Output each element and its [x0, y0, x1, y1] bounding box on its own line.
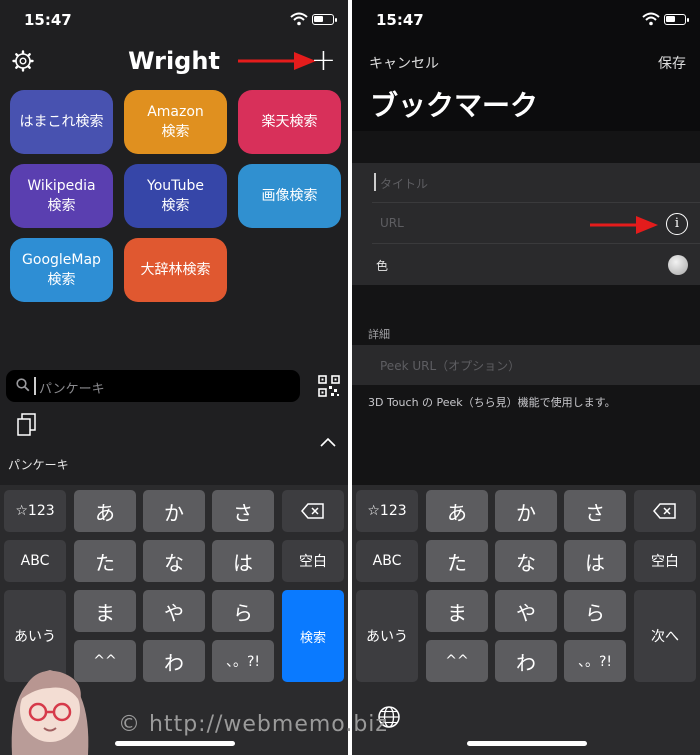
kana-key[interactable]: あ: [74, 490, 136, 532]
space-key[interactable]: 空白: [634, 540, 696, 582]
battery-icon: [664, 14, 689, 25]
document-icon[interactable]: [16, 413, 38, 437]
kana-key[interactable]: た: [426, 540, 488, 582]
japanese-keyboard: ☆123 ABC あいう あ か さ た な は 空白 ま や ら 次へ ^^ …: [352, 485, 700, 755]
peek-url-placeholder: Peek URL（オプション）: [380, 359, 521, 373]
status-time: 15:47: [24, 11, 72, 29]
kana-key[interactable]: わ: [495, 640, 557, 682]
aiu-key[interactable]: あいう: [356, 590, 418, 682]
arrow-icon: [590, 216, 658, 234]
kana-key[interactable]: ら: [212, 590, 274, 632]
bookmark-tile[interactable]: GoogleMap 検索: [10, 238, 113, 302]
kana-key[interactable]: ^^: [426, 640, 488, 682]
delete-key[interactable]: [634, 490, 696, 532]
kana-key[interactable]: た: [74, 540, 136, 582]
delete-key[interactable]: [282, 490, 344, 532]
kana-key[interactable]: 、。?!: [564, 640, 626, 682]
wright-home-screen: 15:47 Wright + はまこれ検索 Amazon 検索 楽天検索 Wik…: [0, 0, 348, 755]
delete-icon: [653, 503, 676, 519]
kana-key[interactable]: ら: [564, 590, 626, 632]
abc-key[interactable]: ABC: [4, 540, 66, 582]
kana-key[interactable]: ま: [74, 590, 136, 632]
watermark: © http://webmemo.biz: [118, 712, 388, 737]
section-label: 詳細: [368, 328, 390, 341]
kana-key[interactable]: さ: [212, 490, 274, 532]
add-bookmark-screen: 15:47 キャンセル 保存 ブックマーク タイトル URL i 色 Peek …: [352, 0, 700, 755]
kana-key[interactable]: か: [495, 490, 557, 532]
save-button[interactable]: 保存: [658, 53, 686, 73]
status-bar: 15:47: [352, 0, 700, 44]
home-indicator: [467, 741, 587, 746]
qr-code-icon[interactable]: [318, 375, 340, 397]
bookmark-tile[interactable]: 大辞林検索: [124, 238, 227, 302]
status-time: 15:47: [376, 11, 424, 29]
search-key[interactable]: 検索: [282, 590, 344, 682]
wifi-icon: [642, 12, 660, 26]
page-title: ブックマーク: [370, 89, 539, 122]
detail-group: Peek URL（オプション）: [352, 345, 700, 385]
kana-key[interactable]: 、。?!: [212, 640, 274, 682]
next-key[interactable]: 次へ: [634, 590, 696, 682]
kana-key[interactable]: は: [212, 540, 274, 582]
search-text: パンケーキ: [39, 382, 105, 397]
status-bar: 15:47: [0, 0, 348, 44]
kana-key[interactable]: あ: [426, 490, 488, 532]
kana-key[interactable]: な: [495, 540, 557, 582]
title-placeholder: タイトル: [380, 177, 429, 191]
title-field[interactable]: タイトル: [372, 163, 700, 203]
kana-key[interactable]: か: [143, 490, 205, 532]
abc-key[interactable]: ABC: [356, 540, 418, 582]
bookmark-form: タイトル URL i 色 Peek URL（オプション）: [352, 131, 700, 486]
symbols-key[interactable]: ☆123: [356, 490, 418, 532]
home-indicator: [115, 741, 235, 746]
mascot-avatar: [11, 670, 89, 755]
text-caret: [34, 377, 36, 395]
bookmark-tile[interactable]: 楽天検索: [238, 90, 341, 154]
kana-key[interactable]: な: [143, 540, 205, 582]
symbols-key[interactable]: ☆123: [4, 490, 66, 532]
kana-key[interactable]: や: [143, 590, 205, 632]
url-placeholder: URL: [380, 216, 404, 230]
footnote: 3D Touch の Peek（ちら見）機能で使用します。: [368, 396, 616, 409]
bookmark-tile[interactable]: Amazon 検索: [124, 90, 227, 154]
search-input[interactable]: パンケーキ: [6, 370, 300, 402]
plus-icon[interactable]: +: [311, 46, 336, 76]
bookmark-tile[interactable]: YouTube 検索: [124, 164, 227, 228]
peek-url-field[interactable]: Peek URL（オプション）: [372, 345, 700, 385]
bookmark-grid: はまこれ検索 Amazon 検索 楽天検索 Wikipedia 検索 YouTu…: [10, 90, 341, 302]
kana-key[interactable]: や: [495, 590, 557, 632]
cancel-button[interactable]: キャンセル: [369, 53, 439, 73]
delete-icon: [301, 503, 324, 519]
bookmark-tile[interactable]: Wikipedia 検索: [10, 164, 113, 228]
color-swatch[interactable]: [668, 255, 688, 275]
chevron-up-icon[interactable]: [320, 437, 336, 447]
bookmark-tile[interactable]: 画像検索: [238, 164, 341, 228]
arrow-icon: [238, 52, 316, 70]
search-icon: [16, 378, 30, 392]
kana-key[interactable]: ま: [426, 590, 488, 632]
kana-key[interactable]: わ: [143, 640, 205, 682]
kana-key[interactable]: さ: [564, 490, 626, 532]
battery-icon: [312, 14, 337, 25]
kana-key[interactable]: は: [564, 540, 626, 582]
bookmark-tile[interactable]: はまこれ検索: [10, 90, 113, 154]
color-field[interactable]: 色: [372, 245, 700, 285]
text-caret: [374, 173, 376, 191]
info-icon[interactable]: i: [666, 213, 688, 235]
color-label: 色: [376, 259, 389, 273]
wifi-icon: [290, 12, 308, 26]
candidate-word[interactable]: パンケーキ: [8, 456, 69, 473]
space-key[interactable]: 空白: [282, 540, 344, 582]
